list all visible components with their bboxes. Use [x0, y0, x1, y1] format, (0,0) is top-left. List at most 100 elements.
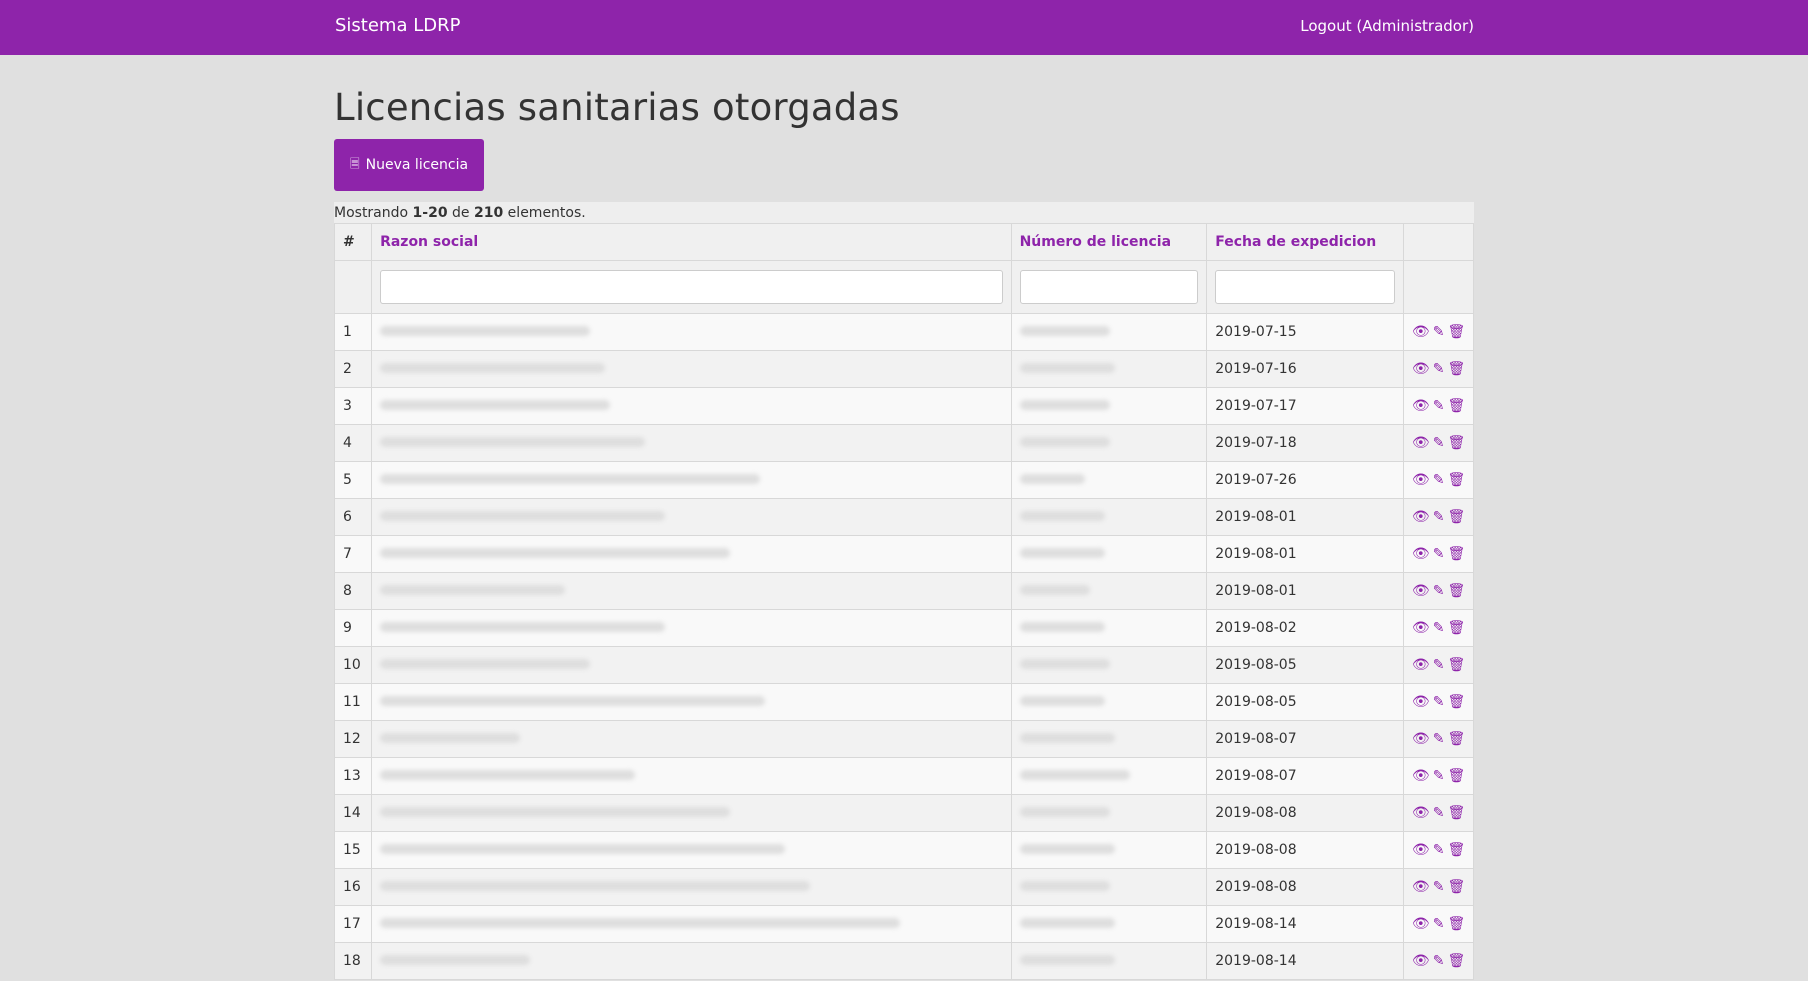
row-number: 2: [333, 350, 373, 388]
eye-icon[interactable]: 👁: [1412, 953, 1430, 969]
logout-link[interactable]: Logout (Administrador): [1300, 17, 1474, 35]
row-razon-social: [371, 350, 1012, 388]
pencil-icon[interactable]: ✎: [1433, 805, 1445, 821]
pencil-icon[interactable]: ✎: [1433, 916, 1445, 932]
table-row: 18 2019-08-14 👁 ✎ 🗑: [333, 942, 1475, 980]
eye-icon[interactable]: 👁: [1412, 620, 1430, 636]
pencil-icon[interactable]: ✎: [1433, 842, 1445, 858]
row-razon-social: [371, 572, 1012, 610]
row-number: 17: [333, 905, 373, 943]
trash-icon[interactable]: 🗑: [1447, 657, 1465, 673]
row-fecha-expedicion: 2019-08-08: [1206, 794, 1404, 832]
filter-numero-licencia-input[interactable]: [1019, 270, 1199, 304]
pencil-icon[interactable]: ✎: [1433, 694, 1445, 710]
new-license-button[interactable]: 🗏 Nueva licencia: [334, 139, 485, 191]
eye-icon[interactable]: 👁: [1412, 435, 1430, 451]
eye-icon[interactable]: 👁: [1412, 842, 1430, 858]
trash-icon[interactable]: 🗑: [1447, 509, 1465, 525]
trash-icon[interactable]: 🗑: [1447, 953, 1465, 969]
eye-icon[interactable]: 👁: [1412, 398, 1430, 414]
trash-icon[interactable]: 🗑: [1447, 768, 1465, 784]
table-row: 1 2019-07-15 👁 ✎ 🗑: [333, 313, 1475, 351]
filter-razon-social-input[interactable]: [380, 270, 1003, 304]
eye-icon[interactable]: 👁: [1412, 657, 1430, 673]
row-fecha-expedicion: 2019-08-07: [1206, 720, 1404, 758]
trash-icon[interactable]: 🗑: [1447, 435, 1465, 451]
pencil-icon[interactable]: ✎: [1433, 768, 1445, 784]
eye-icon[interactable]: 👁: [1412, 694, 1430, 710]
eye-icon[interactable]: 👁: [1412, 583, 1430, 599]
trash-icon[interactable]: 🗑: [1447, 842, 1465, 858]
col-header-number: #: [333, 223, 373, 261]
row-fecha-expedicion: 2019-08-08: [1206, 868, 1404, 906]
row-actions: 👁 ✎ 🗑: [1402, 794, 1475, 832]
row-razon-social: [371, 757, 1012, 795]
row-fecha-expedicion: 2019-08-08: [1206, 831, 1404, 869]
row-number: 8: [333, 572, 373, 610]
filter-fecha-input[interactable]: [1215, 270, 1395, 304]
table-row: 10 2019-08-05 👁 ✎ 🗑: [333, 646, 1475, 684]
pencil-icon[interactable]: ✎: [1433, 620, 1445, 636]
eye-icon[interactable]: 👁: [1412, 879, 1430, 895]
table-row: 16 2019-08-08 👁 ✎ 🗑: [333, 868, 1475, 906]
row-numero-licencia: [1010, 313, 1208, 351]
trash-icon[interactable]: 🗑: [1447, 694, 1465, 710]
pencil-icon[interactable]: ✎: [1433, 953, 1445, 969]
row-fecha-expedicion: 2019-07-15: [1206, 313, 1404, 351]
trash-icon[interactable]: 🗑: [1447, 916, 1465, 932]
eye-icon[interactable]: 👁: [1412, 916, 1430, 932]
pencil-icon[interactable]: ✎: [1433, 361, 1445, 377]
row-number: 15: [333, 831, 373, 869]
row-numero-licencia: [1010, 905, 1208, 943]
table-row: 8 2019-08-01 👁 ✎ 🗑: [333, 572, 1475, 610]
pencil-icon[interactable]: ✎: [1433, 731, 1445, 747]
trash-icon[interactable]: 🗑: [1447, 805, 1465, 821]
row-actions: 👁 ✎ 🗑: [1402, 609, 1475, 647]
row-fecha-expedicion: 2019-08-01: [1206, 498, 1404, 536]
row-fecha-expedicion: 2019-08-01: [1206, 572, 1404, 610]
pencil-icon[interactable]: ✎: [1433, 509, 1445, 525]
pencil-icon[interactable]: ✎: [1433, 472, 1445, 488]
row-numero-licencia: [1010, 757, 1208, 795]
col-header-fecha-expedicion[interactable]: Fecha de expedicion: [1206, 223, 1404, 261]
row-razon-social: [371, 387, 1012, 425]
eye-icon[interactable]: 👁: [1412, 546, 1430, 562]
trash-icon[interactable]: 🗑: [1447, 583, 1465, 599]
eye-icon[interactable]: 👁: [1412, 731, 1430, 747]
row-razon-social: [371, 498, 1012, 536]
pencil-icon[interactable]: ✎: [1433, 398, 1445, 414]
trash-icon[interactable]: 🗑: [1447, 361, 1465, 377]
trash-icon[interactable]: 🗑: [1447, 879, 1465, 895]
row-actions: 👁 ✎ 🗑: [1402, 942, 1475, 980]
trash-icon[interactable]: 🗑: [1447, 546, 1465, 562]
eye-icon[interactable]: 👁: [1412, 509, 1430, 525]
row-actions: 👁 ✎ 🗑: [1402, 350, 1475, 388]
trash-icon[interactable]: 🗑: [1447, 472, 1465, 488]
row-number: 9: [333, 609, 373, 647]
row-razon-social: [371, 609, 1012, 647]
row-number: 7: [333, 535, 373, 573]
eye-icon[interactable]: 👁: [1412, 768, 1430, 784]
eye-icon[interactable]: 👁: [1412, 805, 1430, 821]
eye-icon[interactable]: 👁: [1412, 361, 1430, 377]
trash-icon[interactable]: 🗑: [1447, 620, 1465, 636]
row-number: 3: [333, 387, 373, 425]
trash-icon[interactable]: 🗑: [1447, 324, 1465, 340]
pencil-icon[interactable]: ✎: [1433, 657, 1445, 673]
pencil-icon[interactable]: ✎: [1433, 324, 1445, 340]
pencil-icon[interactable]: ✎: [1433, 546, 1445, 562]
filter-cell-empty: [1402, 260, 1475, 314]
brand-link[interactable]: Sistema LDRP: [335, 15, 460, 36]
row-number: 11: [333, 683, 373, 721]
table-row: 15 2019-08-08 👁 ✎ 🗑: [333, 831, 1475, 869]
eye-icon[interactable]: 👁: [1412, 472, 1430, 488]
col-header-numero-licencia[interactable]: Número de licencia: [1010, 223, 1208, 261]
pencil-icon[interactable]: ✎: [1433, 583, 1445, 599]
col-header-razon-social[interactable]: Razon social: [371, 223, 1012, 261]
row-number: 13: [333, 757, 373, 795]
trash-icon[interactable]: 🗑: [1447, 398, 1465, 414]
eye-icon[interactable]: 👁: [1412, 324, 1430, 340]
pencil-icon[interactable]: ✎: [1433, 435, 1445, 451]
trash-icon[interactable]: 🗑: [1447, 731, 1465, 747]
pencil-icon[interactable]: ✎: [1433, 879, 1445, 895]
